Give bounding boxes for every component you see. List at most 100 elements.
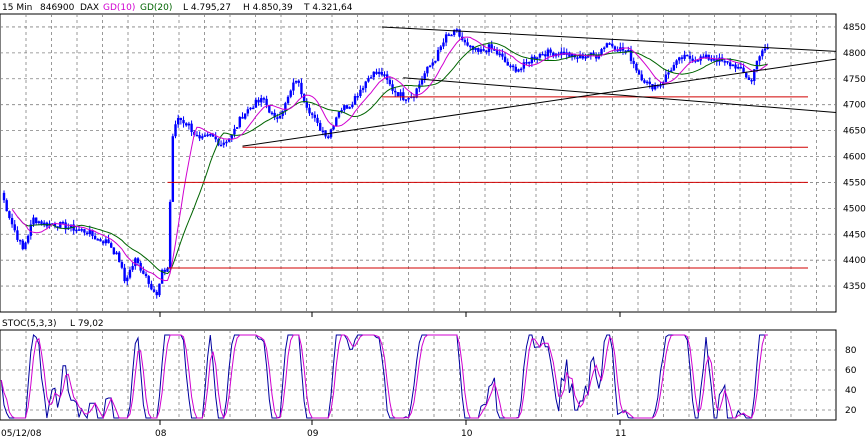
candle-body [469, 45, 472, 48]
y-tick-label: 80 [845, 346, 857, 356]
candle-body [466, 42, 469, 46]
candle-body [747, 77, 751, 80]
candle-body [168, 201, 172, 269]
candle-body [688, 55, 692, 59]
low-value: L 4.795,27 [183, 3, 231, 13]
candle-body [734, 64, 737, 69]
candle-body [439, 46, 442, 50]
candle-body [214, 136, 217, 140]
candle-body [458, 29, 461, 37]
candle-body [195, 134, 199, 137]
candle-body [123, 267, 126, 282]
candle-body [284, 103, 287, 112]
candle-body [485, 50, 488, 53]
stoch-label: STOC(5,3,3) [2, 319, 57, 329]
candle-body [316, 117, 319, 123]
candle-body [643, 80, 646, 83]
candle-body [568, 52, 571, 57]
candle-body [613, 46, 617, 50]
candle-body [364, 81, 367, 89]
candle-body [203, 135, 207, 137]
candle-body [118, 252, 121, 263]
candle-body [260, 98, 263, 103]
candle-body [367, 78, 370, 82]
high-value: H 4.850,39 [243, 3, 293, 13]
ma2-legend: GD(20) [140, 3, 172, 13]
candle-body [305, 101, 309, 108]
candle-body [600, 49, 603, 55]
candle-body [249, 107, 252, 110]
candle-body [498, 53, 501, 56]
candle-body [527, 62, 531, 64]
candle-body [61, 222, 65, 224]
candle-body [32, 217, 35, 225]
candle-body [686, 54, 689, 57]
candle-body [377, 71, 381, 74]
y-tick-label: 4400 [843, 256, 866, 266]
candle-body [353, 96, 357, 105]
candle-body [426, 66, 429, 74]
candle-body [388, 79, 392, 85]
candle-body [723, 61, 727, 63]
trend-line [242, 58, 837, 147]
candle-body [710, 59, 713, 61]
candle-body [225, 141, 228, 144]
stoch-value: L 79,02 [70, 319, 104, 329]
candle-body [541, 53, 544, 56]
interval-label: 15 Min [2, 3, 32, 13]
symbol-label: DAX [80, 3, 99, 13]
candle-body [174, 124, 177, 137]
candle-body [327, 136, 330, 138]
candle-body [147, 276, 150, 284]
candle-body [584, 56, 587, 59]
candle-body [731, 64, 735, 67]
candle-body [171, 136, 175, 202]
candle-body [289, 90, 292, 97]
y-tick-label: 4550 [843, 178, 866, 188]
candle-body [356, 96, 359, 98]
candle-body [126, 277, 129, 282]
candle-body [503, 56, 507, 62]
candle-body [372, 71, 375, 78]
y-tick-label: 40 [845, 386, 857, 396]
candle-body [101, 241, 105, 244]
candle-body [511, 65, 515, 68]
candle-body [637, 70, 641, 75]
candle-body [104, 239, 108, 244]
candle-body [632, 60, 635, 64]
candle-body [222, 142, 225, 145]
trend-line [403, 77, 837, 113]
candle-body [463, 39, 467, 43]
candle-body [522, 62, 526, 69]
candle-body [640, 74, 643, 81]
candle-body [308, 107, 311, 114]
candle-body [608, 43, 611, 45]
candle-body [399, 92, 402, 97]
candle-body [728, 62, 732, 67]
trend-line [381, 26, 837, 52]
ma1-legend: GD(10) [103, 3, 135, 13]
candle-body [536, 57, 539, 60]
candle-body [150, 283, 153, 290]
y-tick-label: 4850 [843, 23, 866, 33]
candle-body [407, 97, 410, 100]
candle-body [605, 43, 609, 48]
y-tick-label: 4450 [843, 230, 866, 240]
candle-body [297, 80, 300, 83]
candle-body [262, 98, 266, 100]
candle-body [672, 64, 676, 71]
candle-body [501, 53, 504, 57]
candle-body [292, 82, 295, 91]
candle-body [26, 235, 30, 243]
price-panel: 4350 4400 4450 4500 4550 4600 4650 4700 4750 4800… [0, 13, 866, 313]
candle-body [235, 127, 239, 129]
candle-body [265, 98, 268, 105]
candle-body [361, 88, 365, 90]
candle-body [519, 68, 523, 71]
candle-body [444, 34, 448, 43]
candle-body [10, 217, 14, 225]
candle-body [300, 82, 303, 95]
candle-body [474, 48, 477, 50]
candle-body [667, 72, 670, 75]
candle-body [678, 57, 681, 61]
